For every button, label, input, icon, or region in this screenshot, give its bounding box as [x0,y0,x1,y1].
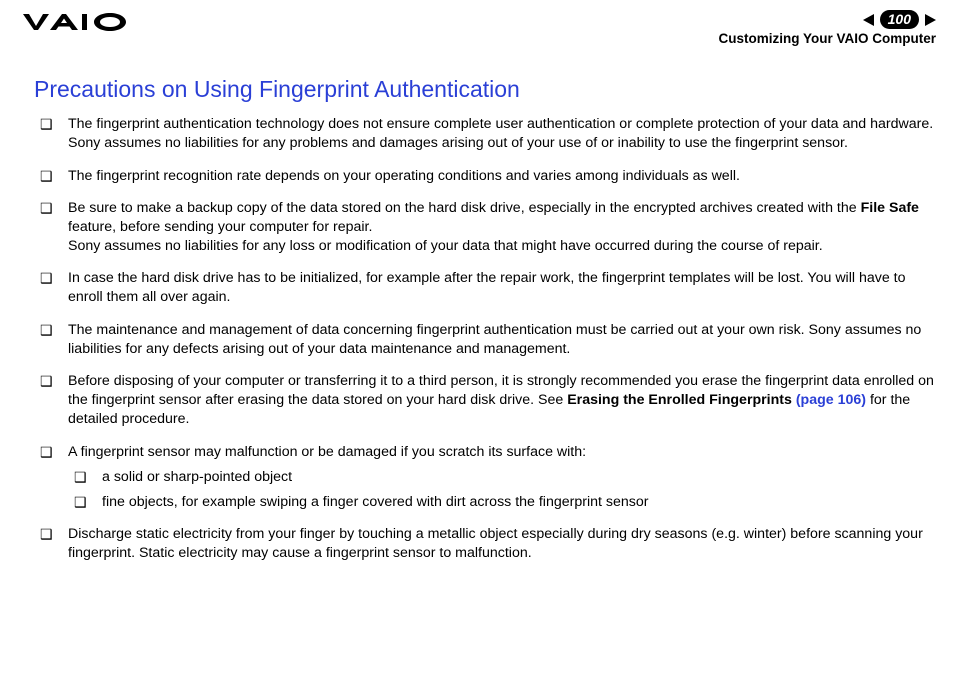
list-item: A fingerprint sensor may malfunction or … [40,443,936,513]
sub-list: a solid or sharp-pointed object fine obj… [74,468,936,512]
list-item: Discharge static electricity from your f… [40,525,936,563]
list-text: feature, before sending your computer fo… [68,219,372,235]
list-text: A fingerprint sensor may malfunction or … [68,444,586,460]
next-page-arrow-icon[interactable] [925,14,936,26]
page-title: Precautions on Using Fingerprint Authent… [34,74,936,105]
list-text: In case the hard disk drive has to be in… [68,270,906,305]
list-item: The maintenance and management of data c… [40,321,936,359]
bold-term: Erasing the Enrolled Fingerprints [567,392,796,408]
list-item: Be sure to make a backup copy of the dat… [40,199,936,257]
list-item: a solid or sharp-pointed object [74,468,936,487]
list-text: The maintenance and management of data c… [68,322,921,357]
list-item: In case the hard disk drive has to be in… [40,269,936,307]
page-link[interactable]: (page 106) [796,392,866,408]
list-text: Sony assumes no liabilities for any prob… [68,135,848,151]
list-text: The fingerprint authentication technolog… [68,116,933,132]
list-text: fine objects, for example swiping a fing… [102,494,648,510]
list-item: Before disposing of your computer or tra… [40,372,936,430]
list-text: Discharge static electricity from your f… [68,526,923,561]
page-number-badge: 100 [880,10,919,29]
list-text: Sony assumes no liabilities for any loss… [68,238,823,254]
list-item: fine objects, for example swiping a fing… [74,493,936,512]
page-navigation: 100 Customizing Your VAIO Computer [718,10,936,48]
page-header: 100 Customizing Your VAIO Computer [22,10,936,48]
vaio-logo [22,10,142,32]
list-item: The fingerprint recognition rate depends… [40,167,936,186]
list-text: a solid or sharp-pointed object [102,469,292,485]
list-text: Be sure to make a backup copy of the dat… [68,200,861,216]
list-item: The fingerprint authentication technolog… [40,115,936,153]
precautions-list: The fingerprint authentication technolog… [40,115,936,563]
section-title: Customizing Your VAIO Computer [718,30,936,48]
bold-term: File Safe [861,200,919,216]
list-text: The fingerprint recognition rate depends… [68,168,740,184]
prev-page-arrow-icon[interactable] [863,14,874,26]
